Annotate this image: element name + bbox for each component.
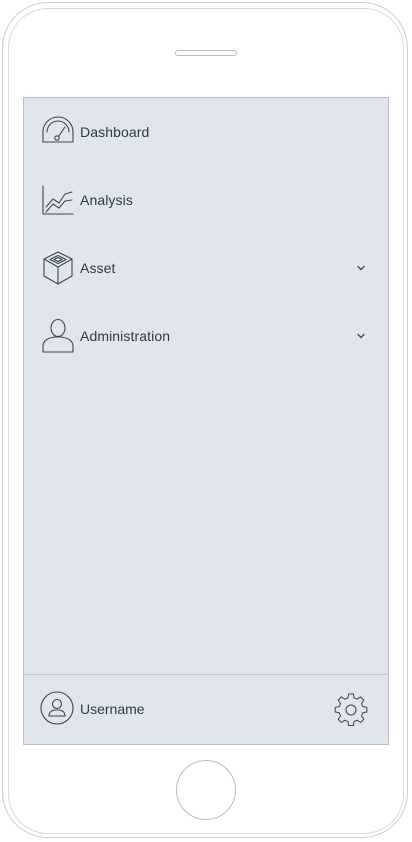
home-button[interactable] xyxy=(176,760,236,820)
menu-item-analysis[interactable]: Analysis xyxy=(40,180,372,220)
speedometer-icon xyxy=(40,114,76,150)
username-label: Username xyxy=(80,701,145,717)
chevron-down-icon[interactable] xyxy=(356,331,366,341)
phone-speaker xyxy=(175,50,237,56)
user-icon xyxy=(40,318,76,354)
menu-item-label: Dashboard xyxy=(80,124,150,140)
menu-item-administration[interactable]: Administration xyxy=(40,316,372,356)
menu-item-label: Administration xyxy=(80,328,171,344)
chevron-down-icon[interactable] xyxy=(356,263,366,273)
menu-item-dashboard[interactable]: Dashboard xyxy=(40,112,372,152)
menu-item-asset[interactable]: Asset xyxy=(40,248,372,288)
line-chart-icon xyxy=(40,182,76,218)
side-menu: Dashboard Analysis Asset Administration … xyxy=(23,97,389,745)
user-avatar-icon[interactable] xyxy=(40,691,74,725)
box-icon xyxy=(40,250,76,286)
gear-icon[interactable] xyxy=(334,693,368,727)
menu-item-label: Asset xyxy=(80,260,116,276)
user-footer: Username xyxy=(24,674,388,744)
menu-item-label: Analysis xyxy=(80,192,133,208)
